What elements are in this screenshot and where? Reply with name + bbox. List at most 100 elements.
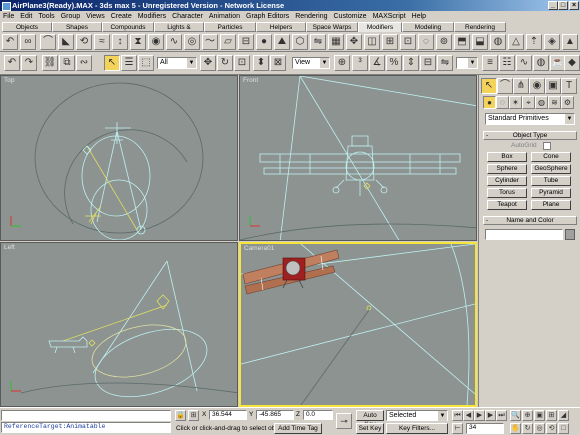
torus-button[interactable]: Torus xyxy=(487,188,527,198)
x-coordinate-field[interactable]: 36.544 xyxy=(209,410,247,420)
object-name-field[interactable] xyxy=(485,229,563,240)
maximize-button[interactable]: □ xyxy=(558,1,568,10)
menu-create[interactable]: Create xyxy=(108,11,135,22)
geometry-icon[interactable]: ● xyxy=(483,96,496,109)
bevel-modifier-icon[interactable]: ⬓ xyxy=(472,34,488,50)
undo-icon[interactable]: ↶ xyxy=(2,34,18,50)
stretch-modifier-icon[interactable]: ↕ xyxy=(112,34,128,50)
menu-group[interactable]: Group xyxy=(58,11,83,22)
z-coordinate-field[interactable]: 0.0 xyxy=(303,410,333,420)
pan-icon[interactable]: ✋ xyxy=(510,423,521,434)
select-object-icon[interactable]: ↖ xyxy=(104,55,120,71)
menu-edit[interactable]: Edit xyxy=(17,11,35,22)
object-color-swatch[interactable] xyxy=(565,229,575,240)
menu-rendering[interactable]: Rendering xyxy=(292,11,330,22)
pyramid-button[interactable]: Pyramid xyxy=(531,188,571,198)
link-icon[interactable]: ∞ xyxy=(20,34,36,50)
taper-modifier-icon[interactable]: ◣ xyxy=(58,34,74,50)
menu-views[interactable]: Views xyxy=(83,11,108,22)
ripple-modifier-icon[interactable]: ◎ xyxy=(184,34,200,50)
twist-modifier-icon[interactable]: ⟲ xyxy=(76,34,92,50)
plane-button[interactable]: Plane xyxy=(531,200,571,210)
name-and-color-rollout[interactable]: - Name and Color xyxy=(483,216,577,225)
hierarchy-panel-icon[interactable]: ⋔ xyxy=(513,78,529,94)
key-mode-toggle-icon[interactable]: ⊢ xyxy=(452,423,463,434)
menu-character[interactable]: Character xyxy=(169,11,206,22)
viewport-front-label[interactable]: Front xyxy=(243,77,258,84)
geosphere-button[interactable]: GeoSphere xyxy=(531,164,571,174)
object-type-rollout[interactable]: - Object Type xyxy=(483,131,577,140)
bend-modifier-icon[interactable]: ⌒ xyxy=(40,34,56,50)
viewport-front[interactable]: Front xyxy=(239,75,477,241)
modify-panel-icon[interactable]: ⌒ xyxy=(497,78,513,94)
select-and-rotate-icon[interactable]: ↻ xyxy=(217,55,233,71)
zoom-icon[interactable]: 🔍 xyxy=(510,410,521,421)
y-coordinate-field[interactable]: -45.865 xyxy=(256,410,294,420)
skew-modifier-icon[interactable]: ▱ xyxy=(220,34,236,50)
select-and-manipulate-icon[interactable]: ⊠ xyxy=(270,55,286,71)
lock-selection-icon[interactable]: 🔒 xyxy=(175,410,186,421)
tab-modifiers[interactable]: Modifiers xyxy=(358,22,402,32)
tab-particles[interactable]: Particles xyxy=(204,22,256,32)
lights-icon[interactable]: ✶ xyxy=(509,96,522,109)
display-panel-icon[interactable]: ▣ xyxy=(545,78,561,94)
angle-snap-icon[interactable]: ∡ xyxy=(369,55,385,71)
squeeze-modifier-icon[interactable]: ⧗ xyxy=(130,34,146,50)
menu-maxscript[interactable]: MAXScript xyxy=(370,11,409,22)
absolute-mode-icon[interactable]: ⊞ xyxy=(188,410,199,421)
tab-objects[interactable]: Objects xyxy=(2,22,52,32)
select-and-move-icon[interactable]: ✥ xyxy=(200,55,216,71)
play-icon[interactable]: ▶ xyxy=(474,410,485,421)
maxscript-output-line[interactable]: ReferenceTarget:Animatable xyxy=(1,422,171,433)
smooth-modifier-icon[interactable]: ◌ xyxy=(418,34,434,50)
minimize-button[interactable]: _ xyxy=(548,1,558,10)
shapes-icon[interactable]: ◌ xyxy=(496,96,509,109)
optimize-modifier-icon[interactable]: ◈ xyxy=(544,34,560,50)
menu-animation[interactable]: Animation xyxy=(206,11,243,22)
push-modifier-icon[interactable]: ◉ xyxy=(148,34,164,50)
current-frame-field[interactable]: 34 xyxy=(466,423,504,434)
named-selection-set-dropdown[interactable]: ▼ xyxy=(456,57,478,69)
tab-rendering[interactable]: Rendering xyxy=(454,22,506,32)
sphere-button[interactable]: Sphere xyxy=(487,164,527,174)
field-of-view-icon[interactable]: ◢ xyxy=(558,410,569,421)
wave-modifier-icon[interactable]: 〜 xyxy=(202,34,218,50)
create-panel-icon[interactable]: ↖ xyxy=(481,78,497,94)
autogrid-checkbox[interactable] xyxy=(543,142,551,150)
select-and-scale-icon[interactable]: ⊡ xyxy=(234,55,250,71)
xform-modifier-icon[interactable]: ✥ xyxy=(346,34,362,50)
viewport-left-label[interactable]: Left xyxy=(4,244,15,251)
tab-modeling[interactable]: Modeling xyxy=(402,22,454,32)
named-selection-icon[interactable]: ⊟ xyxy=(420,55,436,71)
tube-button[interactable]: Tube xyxy=(531,176,571,186)
next-frame-icon[interactable]: ▶ xyxy=(485,410,496,421)
material-editor-icon[interactable]: ◍ xyxy=(533,55,549,71)
tessellate-modifier-icon[interactable]: ▲ xyxy=(562,34,578,50)
redo-icon[interactable]: ↷ xyxy=(21,55,37,71)
go-to-start-icon[interactable]: ⏮ xyxy=(452,410,463,421)
previous-frame-icon[interactable]: ◀ xyxy=(463,410,474,421)
utilities-panel-icon[interactable]: T xyxy=(561,78,577,94)
arc-rotate-icon[interactable]: ↻ xyxy=(522,423,533,434)
set-key-button[interactable]: Set Key xyxy=(356,423,384,434)
helpers-icon[interactable]: ◍ xyxy=(535,96,548,109)
slice-modifier-icon[interactable]: ⊟ xyxy=(238,34,254,50)
unlink-selection-icon[interactable]: ⧉ xyxy=(59,55,75,71)
curve-editor-icon[interactable]: ∿ xyxy=(516,55,532,71)
teapot-button[interactable]: Teapot xyxy=(487,200,527,210)
viewport-top[interactable]: Top xyxy=(0,75,238,241)
systems-icon[interactable]: ⚙ xyxy=(561,96,574,109)
close-button[interactable]: × xyxy=(569,1,579,10)
undo-icon[interactable]: ↶ xyxy=(4,55,20,71)
menu-customize[interactable]: Customize xyxy=(331,11,370,22)
lathe-modifier-icon[interactable]: ⊚ xyxy=(436,34,452,50)
menu-modifiers[interactable]: Modifiers xyxy=(135,11,169,22)
edit-mesh-icon[interactable]: △ xyxy=(508,34,524,50)
tab-space-warps[interactable]: Space Warps xyxy=(306,22,358,32)
cylinder-button[interactable]: Cylinder xyxy=(487,176,527,186)
noise-modifier-icon[interactable]: ≈ xyxy=(94,34,110,50)
use-pivot-point-icon[interactable]: ⊕ xyxy=(334,55,350,71)
zoom-extents-all-icon[interactable]: ⊞ xyxy=(546,410,557,421)
preserve-modifier-icon[interactable]: ◫ xyxy=(364,34,380,50)
uvw-map-icon[interactable]: ⊡ xyxy=(400,34,416,50)
